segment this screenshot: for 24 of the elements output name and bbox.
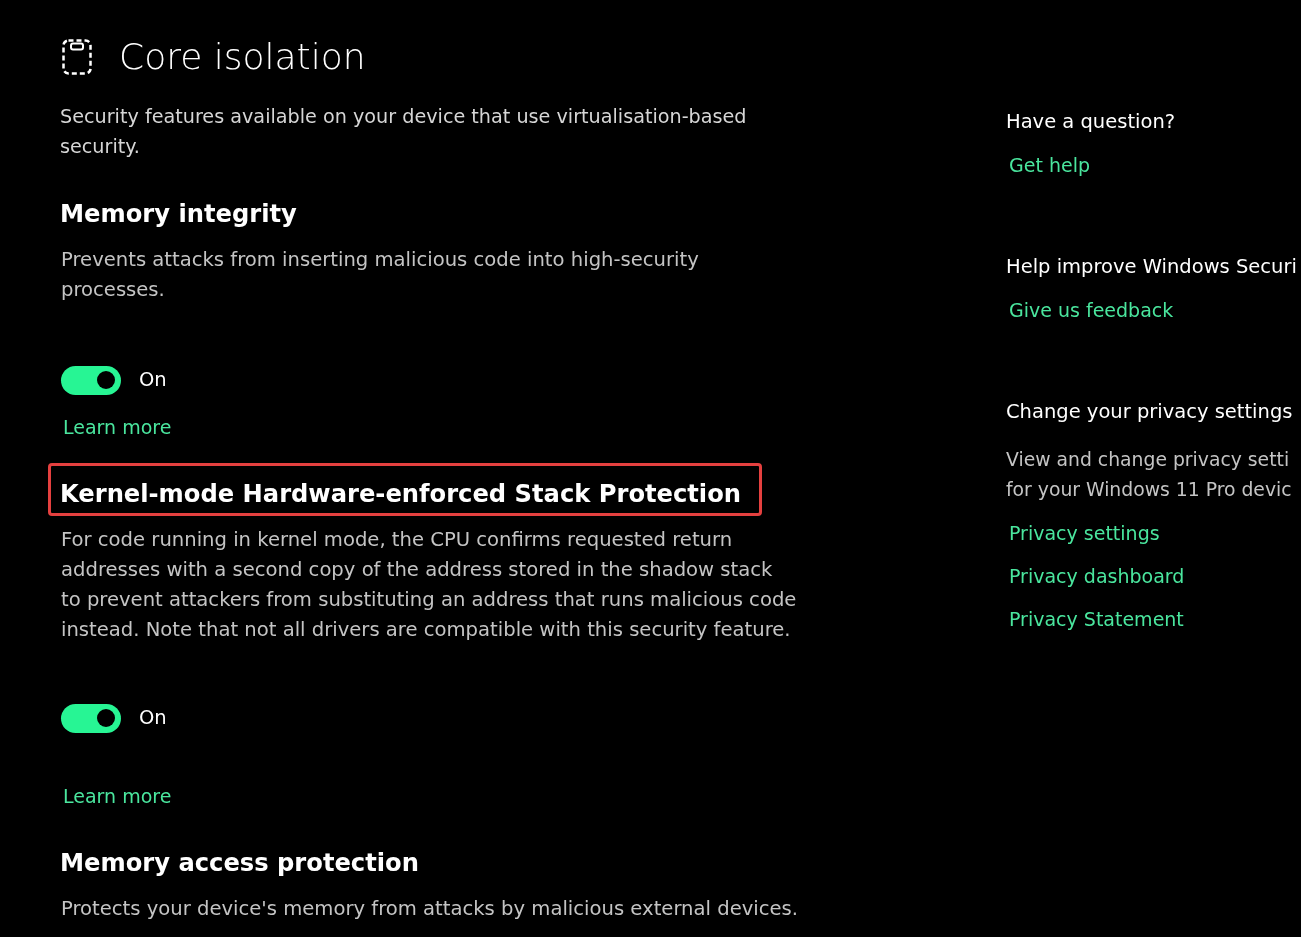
section-heading: Memory access protection [60,848,419,879]
sidebar-link[interactable]: Get help [1009,150,1090,180]
page-description: Security features available on your device that use virtualisation-based security. [60,104,747,160]
learn-more-link[interactable]: Learn more [63,781,172,811]
sidebar-heading: Help improve Windows Securi [1006,254,1297,280]
toggle-state-label: On [139,367,167,393]
sidebar-link[interactable]: Privacy Statement [1009,604,1184,634]
sidebar-link[interactable]: Privacy dashboard [1009,561,1185,591]
sidebar-heading: Have a question? [1006,109,1176,135]
sidebar-link[interactable]: Privacy settings [1009,518,1160,548]
toggle-switch[interactable] [61,365,121,395]
page-title: Core isolation [119,35,366,79]
toggle-state-label: On [139,705,167,731]
section-description: Prevents attacks from inserting malicious code into high-security processes. [61,247,699,303]
toggle-switch[interactable] [61,703,121,733]
dashed-phone-icon [62,39,92,75]
sidebar-link[interactable]: Give us feedback [1009,295,1174,325]
section-heading: Kernel-mode Hardware-enforced Stack Protection [60,479,741,510]
section-description: For code running in kernel mode, the CPU confirms requested return addresses with a second copy of the address stored in the shadow stack to prevent attackers from substituting an address that runs malicious code instead. Note that not all drivers are compatible with this security feature. [61,527,797,643]
section-description: Protects your device's memory from attacks by malicious external devices. [61,896,798,922]
sidebar-description: View and change privacy setti for your Windows 11 Pro devic [1006,448,1292,502]
sidebar-heading: Change your privacy settings [1006,399,1293,425]
section-heading: Memory integrity [60,199,297,230]
learn-more-link[interactable]: Learn more [63,412,172,442]
